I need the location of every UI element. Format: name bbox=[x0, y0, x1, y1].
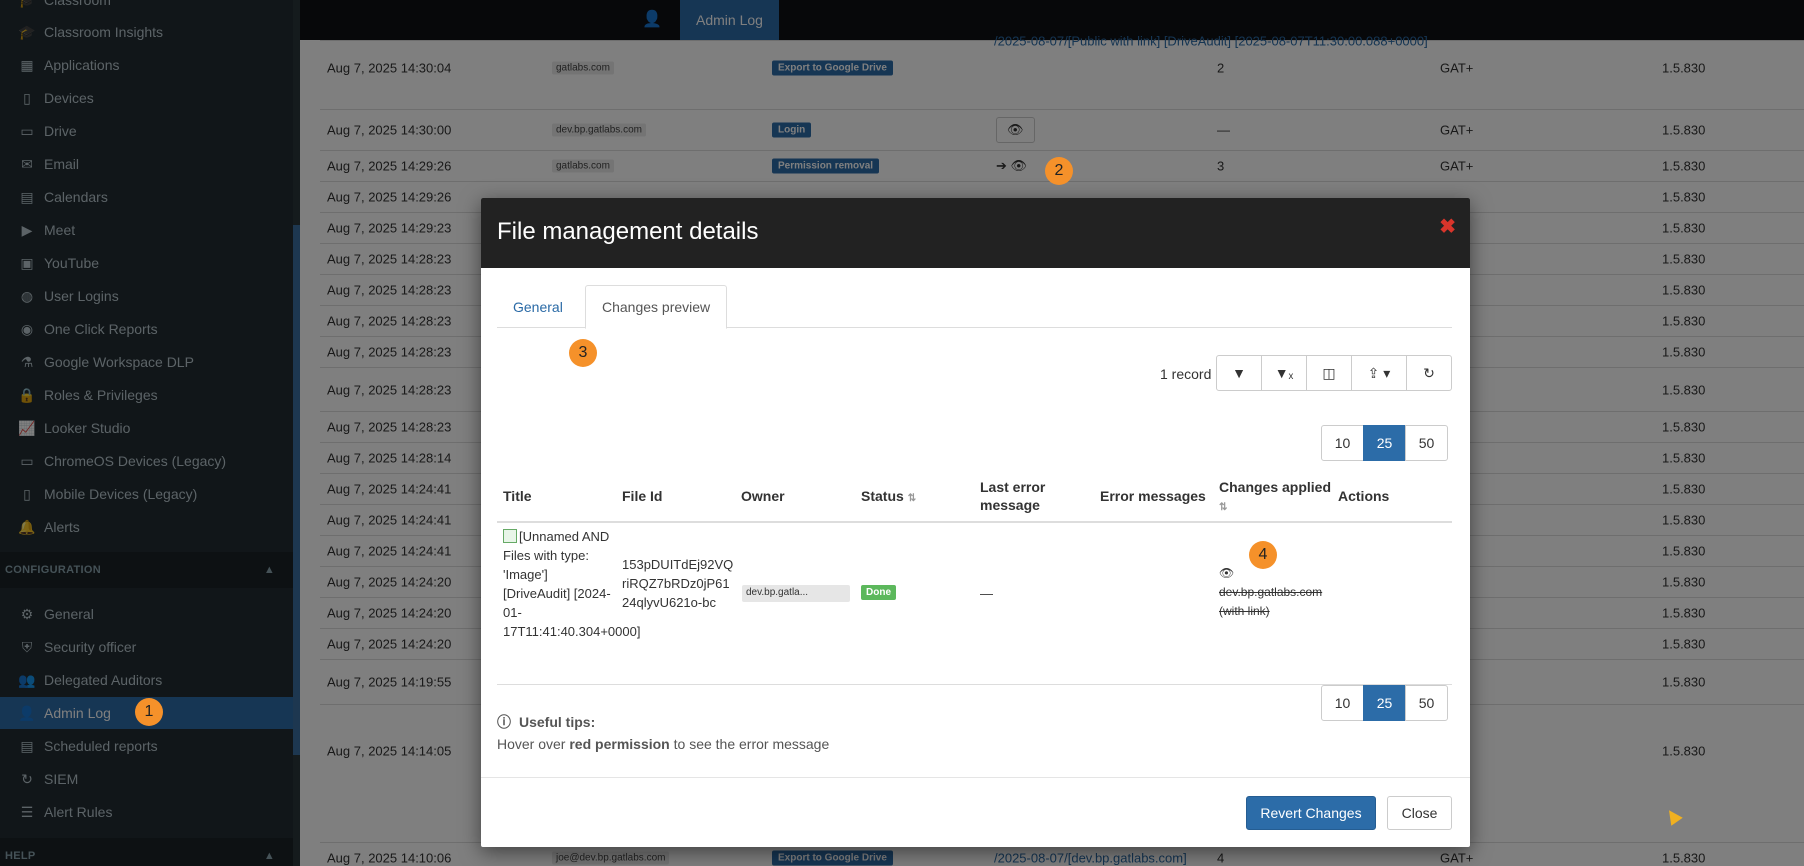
page-size-50[interactable]: 50 bbox=[1405, 425, 1448, 461]
row-file-id: 153pDUITdEj92VQriRQZ7bRDz0jP6124qlyvU621… bbox=[622, 557, 734, 610]
column-header-actions: Actions bbox=[1338, 488, 1390, 504]
tips-text: Hover over red permission to see the err… bbox=[497, 736, 830, 752]
modal-header: File management details ✖ bbox=[481, 198, 1470, 268]
columns-icon[interactable]: ◫ bbox=[1306, 355, 1352, 391]
step-marker: 1 bbox=[135, 698, 163, 726]
image-file-icon bbox=[503, 529, 517, 543]
close-icon[interactable]: ✖ bbox=[1439, 214, 1456, 239]
page-size-selector-top: 10 25 50 bbox=[1321, 425, 1448, 461]
row-last-error: — bbox=[980, 586, 993, 601]
modal-title: File management details bbox=[497, 218, 759, 245]
row-changes-applied[interactable]: 👁 dev.bp.gatlabs.com (with link) bbox=[1219, 564, 1323, 621]
refresh-icon[interactable]: ↻ bbox=[1406, 355, 1452, 391]
column-header-error-messages[interactable]: Error messages bbox=[1100, 487, 1206, 505]
clear-filter-icon[interactable]: ▼ₓ bbox=[1261, 355, 1307, 391]
close-button[interactable]: Close bbox=[1387, 796, 1452, 830]
column-header-owner[interactable]: Owner bbox=[741, 487, 785, 505]
filter-icon[interactable]: ▼ bbox=[1216, 355, 1262, 391]
eye-icon: 👁 bbox=[1219, 566, 1235, 580]
tips-heading: ⓘ Useful tips: bbox=[497, 714, 596, 730]
export-dropdown-icon[interactable]: ⇪ ▾ bbox=[1351, 355, 1407, 391]
revert-changes-button[interactable]: Revert Changes bbox=[1246, 796, 1376, 830]
column-header-status[interactable]: Status ⇅ bbox=[861, 487, 916, 508]
page-size-selector-bottom: 10 25 50 bbox=[1321, 685, 1448, 721]
page-size-10[interactable]: 10 bbox=[1321, 685, 1364, 721]
column-header-title[interactable]: Title bbox=[503, 487, 532, 505]
status-badge: Done bbox=[861, 585, 896, 600]
sort-icon[interactable]: ⇅ bbox=[1219, 502, 1227, 513]
modal-tabs: General Changes preview bbox=[497, 285, 1452, 329]
row-title: [Unnamed AND Files with type: 'Image'] [… bbox=[503, 529, 641, 639]
row-divider bbox=[497, 684, 1452, 685]
page-size-25[interactable]: 25 bbox=[1363, 685, 1406, 721]
step-marker: 2 bbox=[1045, 157, 1073, 185]
tab-changes-preview[interactable]: Changes preview bbox=[585, 285, 728, 329]
tab-general[interactable]: General bbox=[497, 285, 579, 328]
sort-icon[interactable]: ⇅ bbox=[908, 493, 916, 504]
column-header-changes-applied[interactable]: Changes applied ⇅ bbox=[1219, 478, 1331, 517]
record-count: 1 record bbox=[1160, 366, 1212, 382]
page-size-50[interactable]: 50 bbox=[1405, 685, 1448, 721]
page-size-25[interactable]: 25 bbox=[1363, 425, 1406, 461]
info-circle-icon: ⓘ bbox=[497, 714, 511, 730]
header-divider bbox=[497, 521, 1452, 523]
owner-chip: dev.bp.gatla... bbox=[742, 585, 850, 602]
column-header-file-id[interactable]: File Id bbox=[622, 487, 662, 505]
modal-footer-divider bbox=[481, 777, 1470, 778]
table-toolbar: ▼ ▼ₓ ◫ ⇪ ▾ ↻ bbox=[1216, 355, 1452, 391]
step-marker: 4 bbox=[1249, 541, 1277, 569]
step-marker: 3 bbox=[569, 339, 597, 367]
page-size-10[interactable]: 10 bbox=[1321, 425, 1364, 461]
column-header-last-error[interactable]: Last error message bbox=[980, 478, 1080, 514]
file-management-modal: File management details ✖ General Change… bbox=[481, 198, 1470, 847]
